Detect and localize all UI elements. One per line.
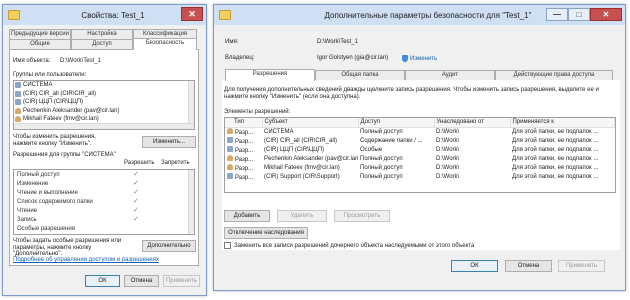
name-value: D:\Work\Test_1 [317,39,358,45]
allow-header: Разрешить [124,160,155,166]
folder-icon [8,10,20,20]
info-text: Для получения дополнительных сведений дв… [224,87,599,100]
group-icon [15,99,21,106]
ok-button[interactable]: ОК [85,275,120,287]
check-icon: ✓ [133,189,139,196]
name-label: Имя: [225,39,239,45]
permission-row: Запись ✓ [17,216,139,223]
check-icon: ✓ [133,198,139,205]
column-header-type[interactable]: Тип [225,118,263,128]
close-button[interactable]: ✕ [181,7,203,21]
ok-button[interactable]: ОК [451,260,498,272]
tab-customize[interactable]: Настройка [71,29,133,39]
group-icon [15,90,21,97]
cancel-button[interactable]: Отмена [124,275,159,287]
object-name-label: Имя объекта: [13,58,51,64]
user-icon [227,127,233,134]
security-panel: Имя объекта: D:\Work\Test_1 Группы или п… [9,49,199,266]
advanced-security-window: Дополнительные параметры безопасности дл… [213,4,626,291]
tab-share[interactable]: Общая папка [315,70,405,80]
vertical-scrollbar[interactable] [188,81,194,129]
tab-sharing[interactable]: Доступ [71,39,133,49]
apply-button: Применить [163,275,200,287]
groups-list[interactable]: СИСТЕМА (CIR) CIR_all (CIR\CIR_all) (CIR… [13,80,195,130]
disable-inheritance-button[interactable]: Отключение наследования [224,227,308,239]
groups-label: Группы или пользователи: [13,72,87,78]
tab-general[interactable]: Общие [9,39,71,49]
tab-previous-versions[interactable]: Предыдущие версии [9,29,71,39]
replace-child-permissions-label: Заменить все записи разрешений дочернего… [234,243,475,249]
tab-auditing[interactable]: Аудит [405,70,495,80]
column-header-inherited-from[interactable]: Унаследовано от [434,118,511,128]
permission-row: Чтение и выполнение ✓ [17,189,139,196]
shield-icon [402,55,408,62]
group-icon [227,136,233,143]
permission-entries-table: Тип Субъект Доступ Унаследовано от Приме… [224,117,616,193]
minimize-button[interactable]: — [546,8,568,21]
table-row[interactable]: Разр... (CIR) Support (CIR\Support) Полн… [225,172,615,181]
change-hint: Чтобы изменить разрешения, нажмите кнопк… [13,134,96,147]
permissions-label: Разрешения для группы "СИСТЕМА" [13,152,116,158]
table-row[interactable]: Разр... (CIR) CIR_all (CIR\CIR_all) Соде… [225,136,615,145]
list-item[interactable]: (CIR) ЦЦП (CIR\ЦЦП) [14,98,194,107]
owner-label: Владелец: [225,55,255,61]
replace-child-permissions-checkbox[interactable] [224,242,231,249]
advanced-button[interactable]: Дополнительно [142,240,196,252]
permission-row: Особые разрешения [17,226,75,232]
check-icon: ✓ [133,180,139,187]
change-button[interactable]: Изменить... [142,136,196,148]
vertical-scrollbar[interactable] [188,170,194,234]
tab-effective-access[interactable]: Действующие права доступа [495,70,613,80]
view-button: Просмотреть [334,210,390,222]
properties-window: Свойства: Test_1 ✕ Предыдущие версии Нас… [2,4,207,296]
check-icon: ✓ [133,207,139,214]
group-icon [227,145,233,152]
permission-row: Полный доступ ✓ [17,171,139,178]
horizontal-scrollbar[interactable] [14,123,194,129]
check-icon: ✓ [133,171,139,178]
close-button[interactable]: ✕ [590,8,622,21]
permissions-panel: Для получения дополнительных сведений дв… [222,80,620,250]
user-icon [227,154,233,161]
special-hint: Чтобы задать особые разрешения или парам… [13,238,122,257]
entries-label: Элементы разрешений: [224,109,291,115]
permission-row: Список содержимого папки ✓ [17,198,139,205]
group-icon [227,172,233,179]
window-title: Свойства: Test_1 [81,10,145,20]
add-button[interactable]: Добавить [224,210,270,222]
tab-security[interactable]: Безопасность [133,38,197,50]
user-icon [227,163,233,170]
object-name-value: D:\Work\Test_1 [60,58,101,64]
folder-icon [219,10,231,20]
list-item[interactable]: Pechenkin Aleksander (pav@cir.lan) [14,107,194,116]
owner-value: Igor Golstyen (gia@cir.lan) [317,55,389,61]
maximize-button[interactable]: □ [568,8,590,21]
user-icon [15,116,21,123]
tab-permissions[interactable]: Разрешения [225,69,315,81]
permission-row: Чтение ✓ [17,207,139,214]
user-icon [15,107,21,114]
permission-row: Изменение ✓ [17,180,139,187]
table-row[interactable]: Разр... Pechenkin Aleksander (pav@cir.la… [225,154,615,163]
check-icon: ✓ [133,216,139,223]
column-header-principal[interactable]: Субъект [262,118,359,128]
deny-header: Запретить [161,160,190,166]
group-icon [15,82,21,89]
table-row[interactable]: Разр... (CIR) ЦЦП (CIR\ЦЦП) Особые D:\Wo… [225,145,615,154]
apply-button: Применить [558,260,605,272]
remove-button: Удалить [277,210,327,222]
title-bar: Свойства: Test_1 [3,5,206,25]
column-header-access[interactable]: Доступ [358,118,435,128]
list-item[interactable]: (CIR) CIR_all (CIR\CIR_all) [14,90,194,99]
column-header-applies-to[interactable]: Применяется к [510,118,615,128]
permissions-list: Полный доступ ✓ Изменение ✓ Чтение и выпол… [13,169,195,235]
help-link[interactable]: Подробнее об управлении доступом и разре… [13,257,159,263]
cancel-button[interactable]: Отмена [505,260,552,272]
list-item[interactable]: СИСТЕМА [14,81,194,90]
change-owner-link[interactable]: Изменить [402,55,437,62]
table-row[interactable]: Разр... СИСТЕМА Полный доступ D:\Work\ Д… [225,127,615,136]
table-row[interactable]: Разр... Mikhail Fateev (fmv@cir.lan) Пол… [225,163,615,172]
